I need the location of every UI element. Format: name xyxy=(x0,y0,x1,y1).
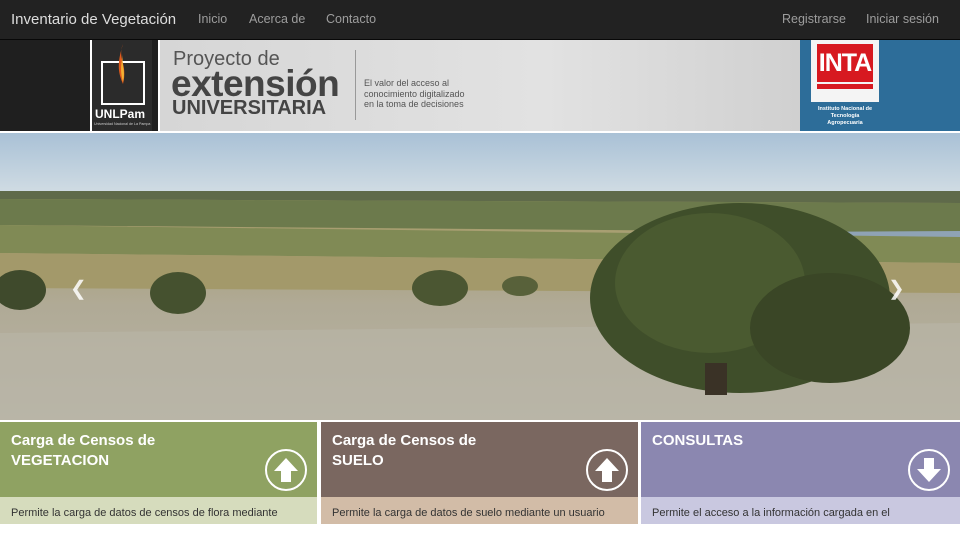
card-header: Carga de Censos de VEGETACION xyxy=(0,422,317,497)
arrow-up-icon xyxy=(274,458,298,482)
card-title-line2: SUELO xyxy=(332,452,384,469)
inta-bar xyxy=(817,84,873,89)
upload-suelo-button[interactable] xyxy=(586,449,628,491)
arrow-up-icon xyxy=(595,458,619,482)
unlpam-name: UNLPam xyxy=(95,107,146,121)
consultas-button[interactable] xyxy=(908,449,950,491)
card-title-line1: Carga de Censos de xyxy=(11,432,156,449)
nav-inicio[interactable]: Inicio xyxy=(198,12,227,26)
carousel-prev-icon[interactable]: ❮ xyxy=(70,276,87,301)
brand-link[interactable]: Inventario de Vegetación xyxy=(11,11,176,28)
hero-carousel[interactable]: ❮ ❯ xyxy=(0,133,960,420)
project-motto: El valor del acceso al conocimiento digi… xyxy=(364,78,465,109)
landscape-image xyxy=(0,133,960,420)
card-description: Permite el acceso a la información carga… xyxy=(652,507,890,519)
card-title-line1: Carga de Censos de xyxy=(332,432,477,449)
card-header: CONSULTAS xyxy=(641,422,960,497)
nav-acerca-de[interactable]: Acerca de xyxy=(249,12,305,26)
login-link[interactable]: Iniciar sesión xyxy=(866,12,939,26)
inta-wordmark: INTA xyxy=(817,44,873,82)
unlpam-logo: UNLPam Universidad Nacional de La Pampa xyxy=(90,40,152,131)
project-panel: Proyecto de extensión UNIVERSITARIA El v… xyxy=(160,40,800,131)
top-navbar: Inventario de Vegetación Inicio Acerca d… xyxy=(0,0,960,40)
divider xyxy=(355,50,356,120)
inta-panel: INTA Instituto Nacional de Tecnología Ag… xyxy=(800,40,960,131)
card-description: Permite la carga de datos de suelo media… xyxy=(332,507,605,519)
card-body: Permite la carga de datos de censos de f… xyxy=(0,497,317,524)
project-line3: UNIVERSITARIA xyxy=(172,97,327,119)
upload-vegetacion-button[interactable] xyxy=(265,449,307,491)
card-description: Permite la carga de datos de censos de f… xyxy=(11,507,278,519)
header-banner: UNLPam Universidad Nacional de La Pampa … xyxy=(0,40,960,132)
card-consultas: CONSULTAS Permite el acceso a la informa… xyxy=(641,422,960,524)
unlpam-subtitle: Universidad Nacional de La Pampa xyxy=(94,122,151,126)
inta-subtitle: Instituto Nacional de Tecnología Agropec… xyxy=(817,106,873,126)
card-body: Permite el acceso a la información carga… xyxy=(641,497,960,524)
card-suelo: Carga de Censos de SUELO Permite la carg… xyxy=(321,422,638,524)
unlpam-emblem-icon xyxy=(101,44,145,105)
card-title-line2: VEGETACION xyxy=(11,452,110,469)
card-title: Carga de Censos de SUELO xyxy=(332,431,476,471)
register-link[interactable]: Registrarse xyxy=(782,12,846,26)
arrow-down-icon xyxy=(917,458,941,482)
inta-logo: INTA Instituto Nacional de Tecnología Ag… xyxy=(811,40,879,126)
card-body: Permite la carga de datos de suelo media… xyxy=(321,497,638,524)
card-vegetacion: Carga de Censos de VEGETACION Permite la… xyxy=(0,422,317,524)
card-header: Carga de Censos de SUELO xyxy=(321,422,638,497)
nav-contacto[interactable]: Contacto xyxy=(326,12,376,26)
card-title-line1: CONSULTAS xyxy=(652,432,744,449)
card-title: CONSULTAS xyxy=(652,431,743,451)
carousel-next-icon[interactable]: ❯ xyxy=(888,276,905,301)
card-title: Carga de Censos de VEGETACION xyxy=(11,431,155,471)
